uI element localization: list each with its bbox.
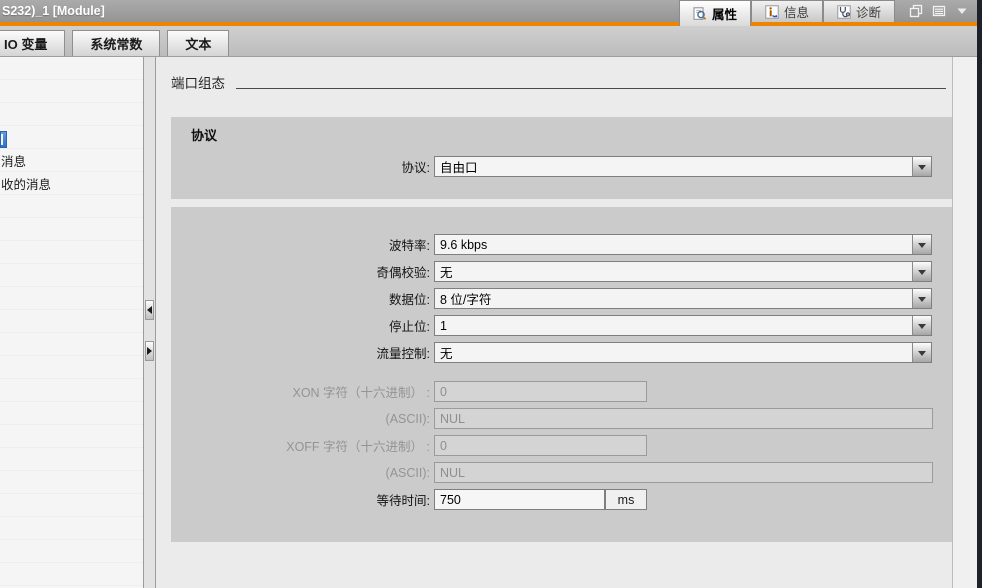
stop-bits-select[interactable]: 1 (434, 315, 932, 336)
collapse-left-button[interactable] (145, 300, 154, 320)
dropdown-value: 无 (435, 262, 912, 281)
field-label: 波特率: (171, 235, 434, 254)
field-row-xoff-ascii: (ASCII): NUL (171, 462, 953, 483)
field-label: 数据位: (171, 289, 434, 308)
field-label: (ASCII): (171, 466, 434, 480)
tab-io-tags-label: IO 变量 (4, 34, 47, 53)
serial-settings-group: 波特率: 9.6 kbps 奇偶校验: 无 数据位: (171, 207, 953, 542)
field-row-xoff-hex: XOFF 字符（十六进制） : 0 (171, 435, 953, 456)
field-label: 协议: (171, 157, 434, 176)
field-label: 停止位: (171, 316, 434, 335)
wait-time-input[interactable]: 750 (434, 489, 605, 510)
chevron-down-icon[interactable] (912, 235, 931, 254)
protocol-select[interactable]: 自由口 (434, 156, 932, 177)
dropdown-value: 无 (435, 343, 912, 362)
field-label: (ASCII): (171, 412, 434, 426)
chevron-down-icon[interactable] (912, 343, 931, 362)
pane-splitter[interactable] (143, 57, 156, 588)
flow-control-select[interactable]: 无 (434, 342, 932, 363)
tab-diagnostics-label: 诊断 (856, 2, 881, 21)
field-row-parity: 奇偶校验: 无 (171, 261, 953, 282)
port-config-panel: 端口组态 协议 协议: 自由口 波特率: (156, 57, 952, 588)
input-value: 750 (440, 493, 461, 507)
protocol-group: 协议 协议: 自由口 (171, 117, 953, 199)
window-edge (977, 0, 982, 588)
xon-ascii-input: NUL (434, 408, 933, 429)
field-label: XON 字符（十六进制） : (171, 382, 434, 401)
wait-time-unit: ms (605, 489, 647, 510)
list-icon[interactable] (932, 4, 946, 18)
tab-info-label: 信息 (784, 2, 809, 21)
dropdown-value: 9.6 kbps (435, 238, 912, 252)
tab-texts-label: 文本 (185, 34, 211, 53)
nav-tree: 消息 收的消息 (0, 57, 143, 588)
info-icon (765, 5, 779, 19)
tab-system-constants[interactable]: 系统常数 (72, 30, 160, 56)
tab-properties[interactable]: 属性 (679, 0, 751, 26)
field-row-flow-control: 流量控制: 无 (171, 342, 953, 363)
nav-item-messages[interactable]: 消息 (1, 154, 26, 171)
section-title: 端口组态 (171, 72, 225, 92)
field-label: 奇偶校验: (171, 262, 434, 281)
field-row-data-bits: 数据位: 8 位/字符 (171, 288, 953, 309)
dropdown-value: 1 (435, 319, 912, 333)
field-row-xon-hex: XON 字符（十六进制） : 0 (171, 381, 953, 402)
field-row-protocol: 协议: 自由口 (171, 156, 953, 177)
inspector-window: S232)_1 [Module] 属性 (0, 0, 982, 588)
nav-item-selected[interactable] (0, 131, 7, 148)
tab-io-tags[interactable]: IO 变量 (0, 30, 65, 56)
properties-icon (693, 7, 707, 21)
input-value: NUL (440, 466, 465, 480)
tab-properties-label: 属性 (712, 4, 737, 23)
dropdown-value: 自由口 (435, 157, 912, 176)
tab-info[interactable]: 信息 (751, 0, 823, 22)
section-header: 端口组态 (171, 72, 953, 92)
field-label: XOFF 字符（十六进制） : (171, 436, 434, 455)
input-value: NUL (440, 412, 465, 426)
parity-select[interactable]: 无 (434, 261, 932, 282)
tab-system-constants-label: 系统常数 (90, 34, 142, 53)
scrollbar-track[interactable] (952, 57, 977, 588)
duplicate-icon[interactable] (909, 4, 923, 18)
chevron-down-icon[interactable] (912, 157, 931, 176)
expand-right-button[interactable] (145, 341, 154, 361)
tab-texts[interactable]: 文本 (167, 30, 229, 56)
xoff-ascii-input: NUL (434, 462, 933, 483)
baud-rate-select[interactable]: 9.6 kbps (434, 234, 932, 255)
field-label: 流量控制: (171, 343, 434, 362)
field-row-baud-rate: 波特率: 9.6 kbps (171, 234, 953, 255)
field-label: 等待时间: (171, 490, 434, 509)
module-title: S232)_1 [Module] (0, 0, 105, 22)
chevron-down-icon[interactable] (912, 262, 931, 281)
property-tabstrip: IO 变量 系统常数 文本 (0, 26, 982, 57)
field-row-xon-ascii: (ASCII): NUL (171, 408, 953, 429)
input-value: 0 (440, 385, 447, 399)
nav-item-received-messages[interactable]: 收的消息 (1, 177, 51, 194)
section-underline (236, 88, 946, 89)
tab-diagnostics[interactable]: 诊断 (823, 0, 895, 22)
field-row-wait-time: 等待时间: 750 ms (171, 489, 953, 510)
main-area: 消息 收的消息 端口组态 协议 协议: 自由口 (0, 57, 982, 588)
chevron-down-icon[interactable] (955, 4, 969, 18)
field-row-stop-bits: 停止位: 1 (171, 315, 953, 336)
diagnostics-icon (837, 5, 851, 19)
pane-window-controls (909, 0, 969, 22)
data-bits-select[interactable]: 8 位/字符 (434, 288, 932, 309)
titlebar: S232)_1 [Module] 属性 (0, 0, 982, 22)
dropdown-value: 8 位/字符 (435, 289, 912, 308)
chevron-down-icon[interactable] (912, 316, 931, 335)
xoff-hex-input: 0 (434, 435, 647, 456)
input-value: 0 (440, 439, 447, 453)
protocol-group-title: 协议 (171, 125, 953, 144)
inspector-tabs: 属性 信息 诊断 (679, 0, 895, 26)
chevron-down-icon[interactable] (912, 289, 931, 308)
xon-hex-input: 0 (434, 381, 647, 402)
